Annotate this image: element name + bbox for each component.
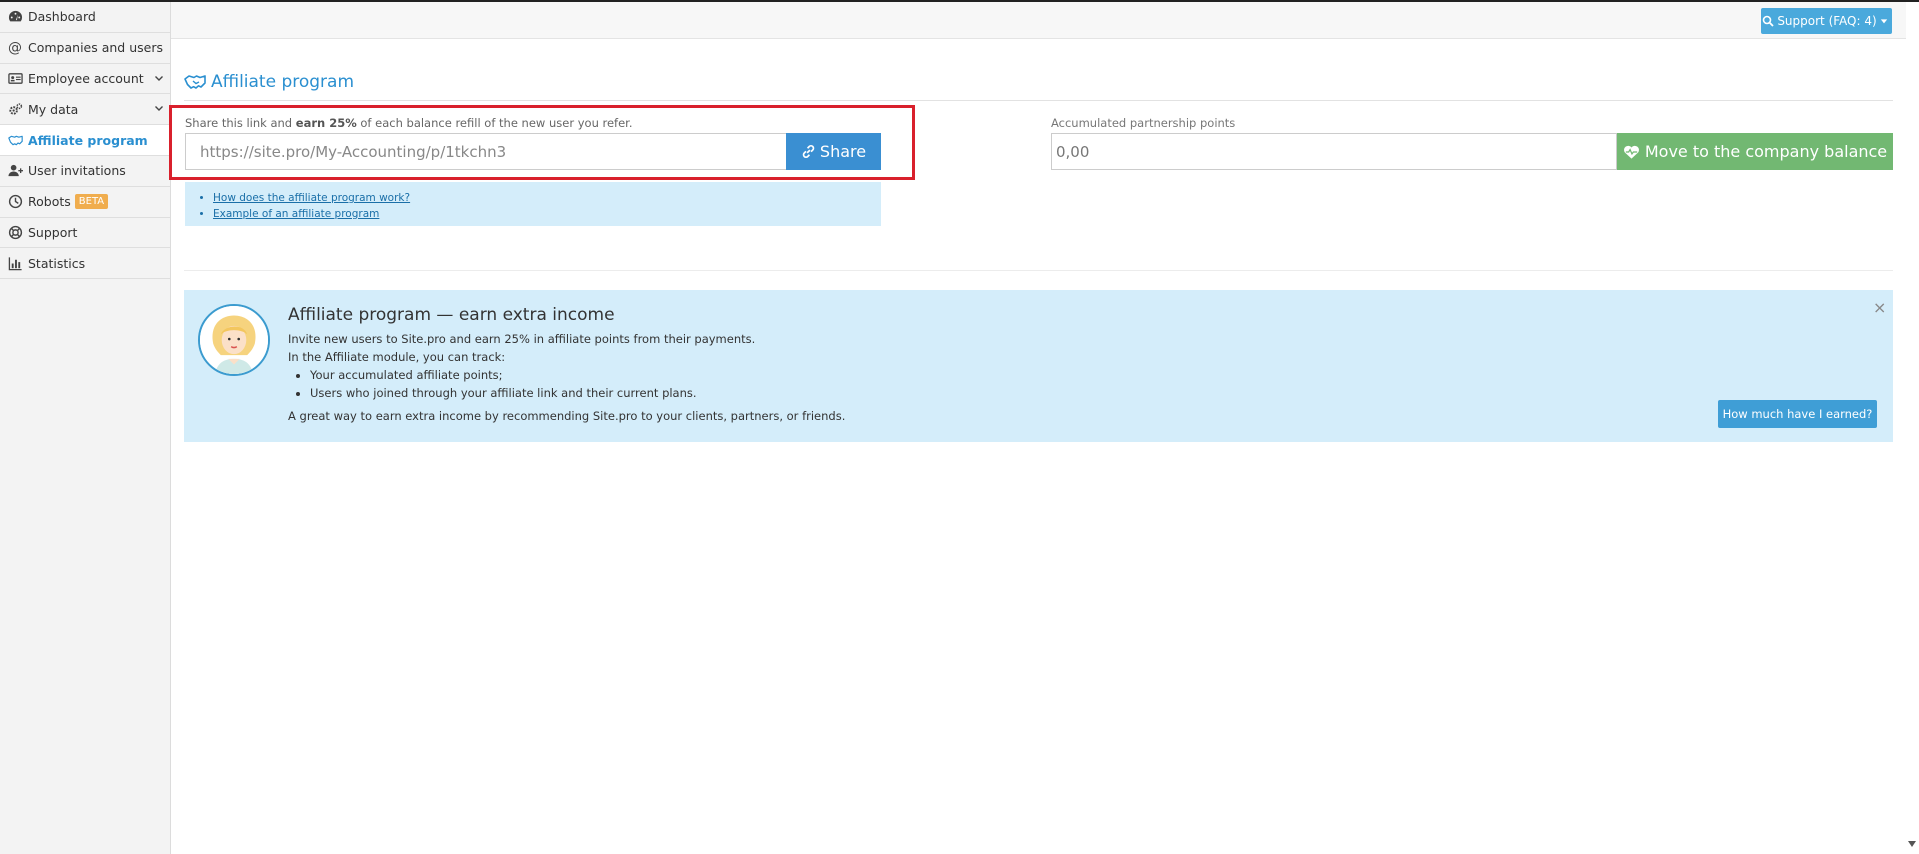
promo-footer: A great way to earn extra income by reco… — [288, 409, 846, 423]
list-item: Your accumulated affiliate points; — [310, 366, 755, 384]
search-icon — [1763, 15, 1774, 27]
sidebar-item-support[interactable]: Support — [0, 218, 170, 249]
sidebar-item-dashboard[interactable]: Dashboard — [0, 2, 170, 33]
how-much-earned-button[interactable]: How much have I earned? — [1718, 400, 1877, 428]
sidebar-item-user-invitations[interactable]: User invitations — [0, 156, 170, 187]
chevron-down-icon — [155, 106, 163, 112]
help-link-how-it-works[interactable]: How does the affiliate program work? — [213, 192, 410, 204]
sidebar-item-label: My data — [28, 101, 79, 117]
affiliate-promo-banner: Affiliate program — earn extra income In… — [184, 290, 1893, 442]
scroll-down-arrow-icon[interactable] — [1908, 840, 1916, 848]
sidebar-item-affiliate-program[interactable]: Affiliate program — [0, 125, 170, 156]
sidebar-item-label: Statistics — [28, 255, 86, 271]
page-title: Affiliate program — [184, 72, 354, 92]
id-card-icon — [7, 70, 23, 86]
list-item: Users who joined through your affiliate … — [310, 384, 755, 402]
points-input[interactable] — [1051, 133, 1617, 170]
dashboard-icon — [7, 9, 23, 25]
sidebar-item-label: Companies and users — [28, 40, 163, 56]
avatar — [198, 304, 270, 376]
caret-down-icon — [1880, 19, 1887, 24]
promo-title: Affiliate program — earn extra income — [288, 305, 615, 325]
gears-icon — [7, 101, 23, 117]
promo-line-1: Invite new users to Site.pro and earn 25… — [288, 332, 756, 346]
sidebar-item-statistics[interactable]: Statistics — [0, 248, 170, 280]
clock-icon — [7, 194, 23, 210]
sidebar-item-robots[interactable]: Robots BETA — [0, 187, 170, 218]
promo-line-2: In the Affiliate module, you can track: — [288, 350, 506, 364]
help-link-example[interactable]: Example of an affiliate program — [213, 208, 379, 220]
handshake-icon — [7, 132, 23, 148]
move-to-balance-button[interactable]: Move to the company balance — [1617, 133, 1893, 170]
top-bar: Support (FAQ: 4) — [171, 2, 1919, 39]
section-divider — [184, 270, 1893, 271]
sidebar-item-label: Employee account — [28, 70, 144, 86]
close-icon[interactable]: × — [1873, 298, 1886, 317]
chevron-down-icon — [155, 75, 163, 81]
beta-badge: BETA — [74, 194, 109, 210]
user-plus-icon — [7, 163, 23, 179]
sidebar-item-label: Robots — [28, 194, 71, 210]
highlight-frame — [169, 105, 915, 180]
scrollbar[interactable] — [1906, 2, 1919, 854]
heart-pulse-icon — [1623, 145, 1639, 159]
sidebar-item-label: Support — [28, 224, 78, 240]
handshake-icon — [184, 75, 206, 89]
list-item: Example of an affiliate program — [213, 206, 410, 222]
sidebar: Dashboard @ Companies and users Employee… — [0, 2, 171, 854]
sidebar-item-companies[interactable]: @ Companies and users — [0, 33, 170, 64]
list-item: How does the affiliate program work? — [213, 190, 410, 206]
promo-body: Invite new users to Site.pro and earn 25… — [288, 330, 755, 402]
support-dropdown-button[interactable]: Support (FAQ: 4) — [1761, 8, 1892, 34]
main-content: Support (FAQ: 4) Affiliate program Share… — [169, 2, 1919, 854]
sidebar-item-label: Dashboard — [28, 9, 96, 25]
page-title-text: Affiliate program — [211, 72, 355, 92]
points-caption: Accumulated partnership points — [1051, 116, 1236, 130]
at-icon: @ — [8, 39, 22, 56]
sidebar-item-my-data[interactable]: My data — [0, 94, 170, 126]
help-links-box: How does the affiliate program work? Exa… — [185, 182, 881, 226]
support-button-label: Support (FAQ: 4) — [1777, 14, 1877, 28]
sidebar-item-label: Affiliate program — [28, 132, 148, 148]
move-button-label: Move to the company balance — [1644, 142, 1888, 161]
sidebar-item-label: User invitations — [28, 163, 126, 179]
title-divider — [184, 100, 1893, 101]
sidebar-item-employee-account[interactable]: Employee account — [0, 64, 170, 95]
bar-chart-icon — [7, 255, 23, 271]
life-ring-icon — [7, 224, 23, 240]
